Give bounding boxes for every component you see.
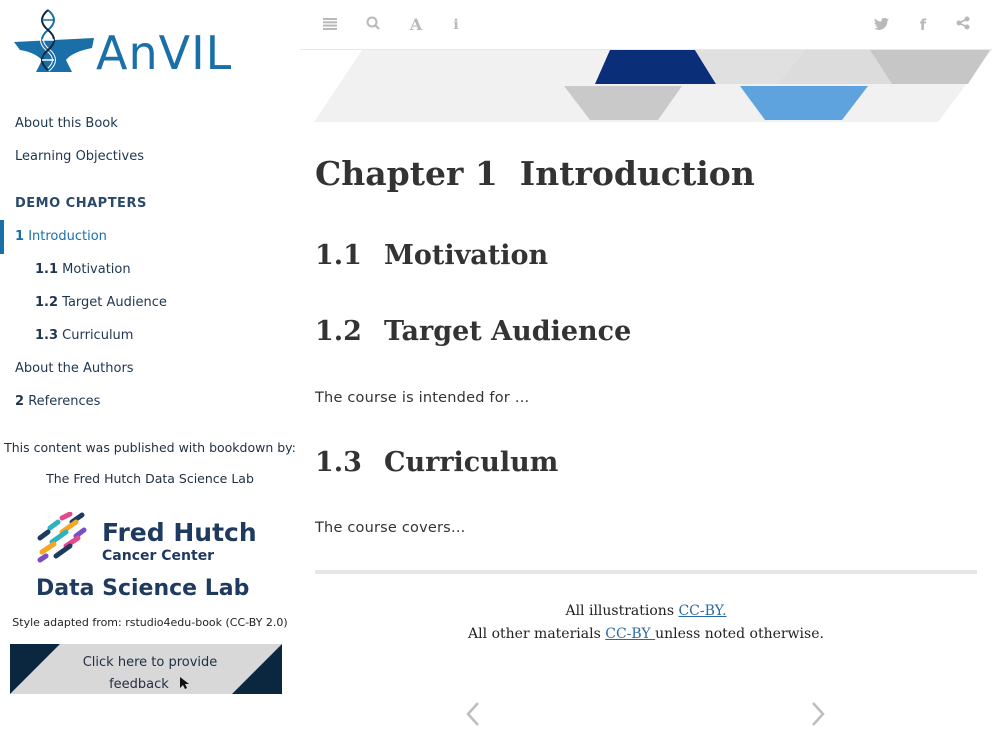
lab-name-link[interactable]: The Fred Hutch Data Science Lab: [0, 471, 300, 486]
book-toolbar: A i f: [300, 0, 992, 50]
toc-about-authors[interactable]: About the Authors: [15, 361, 134, 376]
toc-section-num: 1.1: [35, 262, 59, 277]
search-icon[interactable]: [363, 14, 383, 36]
toc-chapter-introduction[interactable]: 1 Introduction: [15, 229, 107, 244]
feedback-text: Click here to provide feedback: [70, 652, 230, 694]
active-indicator: [0, 220, 4, 254]
fh-logo-subtitle: Cancer Center: [102, 548, 215, 564]
toc-chapter-num: 2: [15, 394, 25, 409]
toc-about-book[interactable]: About this Book: [15, 116, 118, 131]
next-page-icon[interactable]: [810, 700, 828, 730]
curriculum-text: The course covers…: [315, 520, 466, 536]
section-number: 1.1: [315, 240, 362, 271]
banner-graphic: [314, 50, 992, 122]
toc-chapter-num: 1: [15, 229, 25, 244]
cursor-icon: [179, 677, 189, 689]
toc-section-label: Target Audience: [62, 295, 167, 310]
feedback-line1: Click here to provide: [82, 655, 218, 670]
fred-hutch-mark-icon: [37, 512, 87, 563]
footer-line-1: All illustrations CC-BY.: [315, 603, 977, 619]
toc-section-label: Motivation: [62, 262, 131, 277]
chapter-banner: [300, 50, 992, 124]
toc-chapter-label: References: [28, 394, 101, 409]
toc-section-header: DEMO CHAPTERS: [15, 196, 147, 211]
feedback-button[interactable]: Click here to provide feedback: [10, 644, 282, 694]
section-heading-curriculum: 1.3 Curriculum: [315, 447, 558, 478]
cc-by-materials-link[interactable]: CC-BY: [605, 626, 655, 642]
toc-section-motivation[interactable]: 1.1 Motivation: [35, 262, 131, 277]
toc-references[interactable]: 2 References: [15, 394, 100, 409]
section-heading-target-audience: 1.2 Target Audience: [315, 316, 631, 347]
feedback-decor-right: [232, 644, 282, 694]
fh-logo-title: Fred Hutch: [102, 518, 257, 547]
footer-line-2: All other materials CC-BY unless noted o…: [315, 626, 977, 642]
anvil-logo-icon: [14, 8, 94, 72]
published-by-text: This content was published with bookdown…: [4, 440, 296, 455]
chapter-number: Chapter 1: [315, 154, 498, 193]
info-icon[interactable]: i: [446, 14, 466, 36]
share-icon[interactable]: [953, 14, 973, 36]
menu-icon[interactable]: [320, 14, 340, 36]
style-credit: Style adapted from: rstudio4edu-book (CC…: [12, 616, 288, 629]
section-title: Curriculum: [383, 447, 559, 478]
toc-section-curriculum[interactable]: 1.3 Curriculum: [35, 328, 133, 343]
toc-section-num: 1.3: [35, 328, 59, 343]
cc-by-illustrations-link[interactable]: CC-BY.: [678, 603, 726, 619]
toc-chapter-label: Introduction: [28, 229, 107, 244]
section-heading-motivation: 1.1 Motivation: [315, 240, 548, 271]
fred-hutch-logo[interactable]: Fred Hutch Cancer Center Data Science La…: [36, 512, 257, 607]
logo-text: AnVIL: [96, 26, 233, 80]
footer-prefix: All other materials: [468, 626, 606, 642]
font-settings-icon[interactable]: A: [406, 14, 426, 36]
chapter-title: Chapter 1 Introduction: [315, 154, 755, 193]
section-title: Target Audience: [383, 316, 632, 347]
twitter-icon[interactable]: [871, 14, 891, 36]
toc-section-num: 1.2: [35, 295, 59, 310]
feedback-line2: feedback: [109, 677, 169, 692]
facebook-icon[interactable]: f: [913, 14, 933, 36]
chapter-title-text: Introduction: [519, 154, 755, 193]
previous-page-icon[interactable]: [465, 700, 483, 730]
fh-logo-dsl: Data Science Lab: [36, 576, 250, 601]
footer-prefix: All illustrations: [565, 603, 679, 619]
anvil-logo[interactable]: AnVIL: [14, 8, 242, 80]
section-title: Motivation: [383, 240, 549, 271]
toc-section-target-audience[interactable]: 1.2 Target Audience: [35, 295, 167, 310]
section-number: 1.2: [315, 316, 362, 347]
section-number: 1.3: [315, 447, 362, 478]
footer-suffix: unless noted otherwise.: [655, 626, 824, 642]
footer-divider: [315, 570, 977, 574]
sidebar: AnVIL About this Book Learning Objective…: [0, 0, 300, 744]
target-audience-text: The course is intended for …: [315, 390, 530, 406]
toc-section-label: Curriculum: [62, 328, 134, 343]
toc-learning-objectives[interactable]: Learning Objectives: [15, 149, 144, 164]
feedback-decor-left: [10, 644, 60, 694]
